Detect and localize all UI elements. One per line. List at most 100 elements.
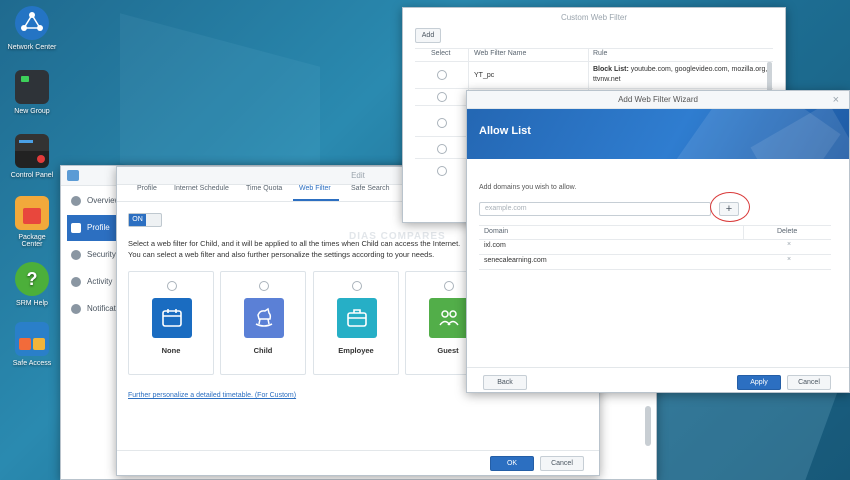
tab-web-filter[interactable]: Web Filter [299,185,331,192]
delete-icon[interactable]: × [787,256,791,263]
desktop-icon-label: New Group [14,108,50,115]
footer-divider [467,367,849,368]
filter-radio[interactable] [167,281,177,291]
row-select-radio[interactable] [437,118,447,128]
control-panel-icon [15,134,49,168]
wizard-titlebar: Add Web Filter Wizard × [467,91,849,109]
app-icon [67,170,79,181]
toggle-on-label: ON [129,214,146,226]
apply-button[interactable]: Apply [737,375,781,390]
desktop-icon-label: Network Center [7,44,57,51]
sidebar-item-label: Profile [87,223,110,232]
rule-title: Block List: [593,66,629,73]
filter-card-employee[interactable]: Employee [313,271,399,375]
filter-label: Child [253,346,273,355]
tab-internet-schedule[interactable]: Internet Schedule [174,185,229,192]
footer-divider [117,450,599,451]
tab-profile[interactable]: Profile [137,185,157,192]
sidebar-item-label: Security [87,250,116,259]
rocking-horse-icon [244,298,284,338]
wizard-step-title: Allow List [479,125,531,137]
filter-radio[interactable] [352,281,362,291]
ok-button[interactable]: OK [490,456,534,471]
sidebar-item-notifications[interactable]: Notifications [67,296,131,322]
window-title: Edit [351,171,365,180]
cancel-button[interactable]: Cancel [540,456,584,471]
add-button[interactable]: Add [415,28,441,43]
web-filter-toggle[interactable]: ON [128,213,162,227]
column-header-name: Web Filter Name [474,50,527,57]
tab-safe-search[interactable]: Safe Search [351,185,390,192]
calendar-icon [152,298,192,338]
domain-input[interactable]: example.com [479,202,711,216]
close-icon[interactable]: × [833,91,839,109]
row-select-radio[interactable] [437,144,447,154]
profile-icon [71,223,81,233]
desktop-icon-safe-access[interactable]: Safe Access [0,322,64,367]
scrollbar[interactable] [645,406,651,446]
active-tab-indicator [293,199,339,201]
filter-card-none[interactable]: None [128,271,214,375]
desktop-icon-control-panel[interactable]: Control Panel [0,134,64,179]
desktop-icon-package-center[interactable]: Package Center [0,196,64,248]
desktop-icon-label: Package Center [18,234,46,248]
row-select-radio[interactable] [437,92,447,102]
cancel-button[interactable]: Cancel [787,375,831,390]
filter-rule-cell: Block List: youtube.com, googlevideo.com… [593,65,773,85]
shield-icon [71,250,81,260]
column-header-rule: Rule [593,50,608,57]
highlight-circle [710,192,750,222]
tab-time-quota[interactable]: Time Quota [246,185,282,192]
column-header-delete: Delete [777,228,798,235]
desktop-icon-new-group[interactable]: New Group [0,70,64,115]
wizard-banner: Allow List [467,109,849,159]
sidebar-item-profile[interactable]: Profile [67,215,122,241]
activity-icon [71,277,81,287]
sidebar-item-security[interactable]: Security [67,242,122,268]
overview-icon [71,196,81,206]
filter-radio[interactable] [444,281,454,291]
domain-cell: ixl.com [484,242,506,249]
desktop-icon-label: SRM Help [16,300,48,307]
sidebar-item-activity[interactable]: Activity [67,269,122,295]
delete-icon[interactable]: × [787,241,791,248]
domain-cell: senecalearning.com [484,257,547,264]
desktop-icon-srm-help[interactable]: ? SRM Help [0,262,64,307]
desktop-icon-label: Control Panel [10,172,54,179]
row-divider [479,254,831,255]
sidebar-item-label: Activity [87,277,113,286]
row-divider [479,269,831,270]
network-center-icon [15,6,49,40]
filter-name-cell: YT_pc [474,72,495,79]
table-header-top [479,225,831,226]
table-header-bottom [479,239,831,240]
custom-filter-titlebar: Custom Web Filter [403,8,785,28]
column-header-select: Select [431,50,451,57]
briefcase-icon [337,298,377,338]
router-icon [15,70,49,104]
notification-icon [71,304,81,314]
window-title: Add Web Filter Wizard [618,95,698,104]
column-header-domain: Domain [484,228,509,235]
add-web-filter-wizard: Add Web Filter Wizard × Allow List Add d… [466,90,850,393]
desktop-icon-network-center[interactable]: Network Center [0,6,64,51]
filter-label: None [161,346,181,355]
row-select-radio[interactable] [437,166,447,176]
help-question-icon: ? [15,262,49,296]
column-divider [743,225,744,239]
table-header-bottom [415,61,773,62]
row-divider [415,88,773,89]
safe-access-icon [15,322,49,356]
shopping-bag-icon [15,196,49,230]
sidebar-item-overview[interactable]: Overview [67,188,122,214]
watermark: DIAS COMPARES [349,231,446,242]
filter-label: Employee [338,346,374,355]
back-button[interactable]: Back [483,375,527,390]
filter-radio[interactable] [259,281,269,291]
timetable-link[interactable]: Further personalize a detailed timetable… [128,392,296,399]
filter-card-child[interactable]: Child [220,271,306,375]
scrollbar[interactable] [767,62,772,92]
window-title: Custom Web Filter [560,13,628,22]
wizard-instruction: Add domains you wish to allow. [479,184,577,191]
row-select-radio[interactable] [437,70,447,80]
